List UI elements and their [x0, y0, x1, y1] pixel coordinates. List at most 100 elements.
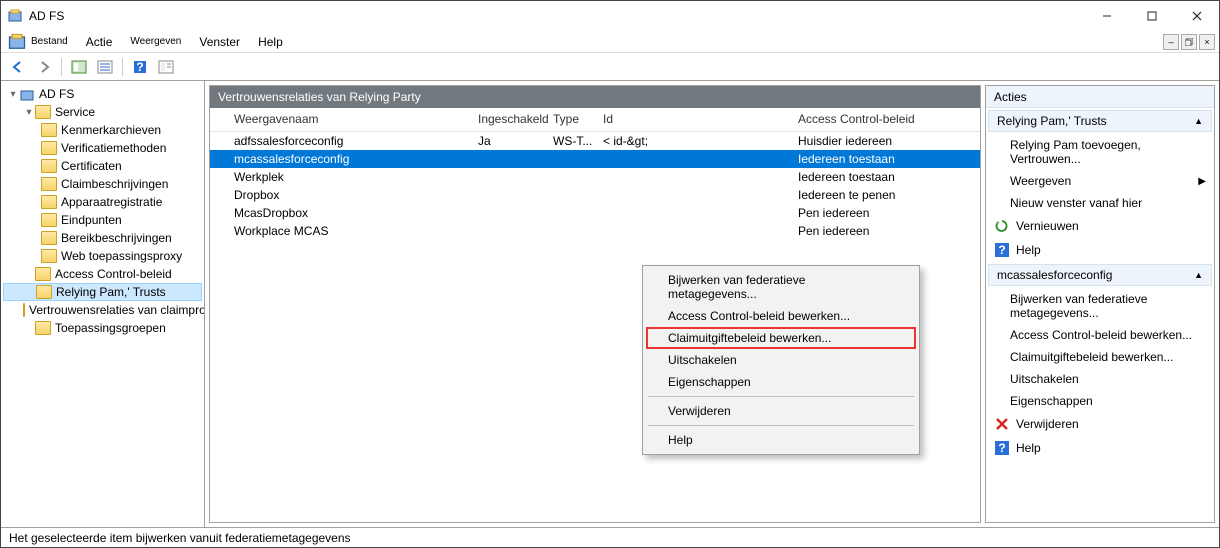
- col-id[interactable]: Id: [595, 108, 790, 131]
- collapse-icon: ▲: [1194, 270, 1203, 280]
- tree-rpt[interactable]: Relying Pam,' Trusts: [3, 283, 202, 301]
- center-header: Vertrouwensrelaties van Relying Party: [210, 86, 980, 108]
- cell-type: WS-T...: [545, 134, 595, 148]
- act-disable[interactable]: Uitschakelen: [986, 368, 1214, 390]
- act-help-2[interactable]: ?Help: [986, 436, 1214, 460]
- tree-acp[interactable]: Access Control-beleid: [3, 265, 202, 283]
- act-delete[interactable]: Verwijderen: [986, 412, 1214, 436]
- act-properties[interactable]: Eigenschappen: [986, 390, 1214, 412]
- cell-name: Werkplek: [210, 170, 470, 184]
- cell-name: McasDropbox: [210, 206, 470, 220]
- table-row[interactable]: mcassalesforceconfigIedereen toestaan: [210, 150, 980, 168]
- col-acp[interactable]: Access Control-beleid: [790, 108, 980, 131]
- menu-action[interactable]: Actie: [86, 35, 113, 49]
- toolbar: ?: [1, 53, 1219, 81]
- tree-appgroups[interactable]: Toepassingsgroepen: [3, 319, 202, 337]
- menu-help[interactable]: Help: [258, 35, 283, 49]
- table-row[interactable]: McasDropbox Pen iedereen: [210, 204, 980, 222]
- menu-window[interactable]: Venster: [199, 35, 240, 49]
- cell-acp: Huisdier iedereen: [790, 134, 980, 148]
- tree-root[interactable]: ▾AD FS: [3, 85, 202, 103]
- context-menu: Bijwerken van federatieve metagegevens..…: [642, 265, 920, 455]
- collapse-icon: ▲: [1194, 116, 1203, 126]
- tree-service[interactable]: ▾Service: [3, 103, 202, 121]
- tree-item-1[interactable]: Verificatiemethoden: [3, 139, 202, 157]
- tree-item-3[interactable]: Claimbeschrijvingen: [3, 175, 202, 193]
- refresh-icon: [994, 218, 1010, 234]
- ctx-help[interactable]: Help: [646, 429, 916, 451]
- ctx-sep-2: [648, 425, 914, 426]
- mdi-minimize[interactable]: –: [1163, 34, 1179, 50]
- actions-section-item[interactable]: mcassalesforceconfig▲: [988, 264, 1212, 286]
- minimize-button[interactable]: [1084, 1, 1129, 31]
- col-enabled[interactable]: Ingeschakeld: [470, 108, 545, 131]
- status-bar: Het geselecteerde item bijwerken vanuit …: [1, 527, 1219, 547]
- cell-name: Dropbox: [210, 188, 470, 202]
- tree-pane: ▾AD FS ▾Service Kenmerkarchieven Verific…: [1, 81, 205, 527]
- status-text: Het geselecteerde item bijwerken vanuit …: [9, 531, 351, 545]
- tree-root-label: AD FS: [39, 87, 74, 101]
- ctx-edit-claim-issuance[interactable]: Claimuitgiftebeleid bewerken...: [646, 327, 916, 349]
- svg-text:?: ?: [998, 441, 1005, 455]
- adfs-tree-icon: [7, 32, 27, 52]
- cell-name: Workplace MCAS: [210, 224, 470, 238]
- tree-item-4[interactable]: Apparaatregistratie: [3, 193, 202, 211]
- close-button[interactable]: [1174, 1, 1219, 31]
- maximize-button[interactable]: [1129, 1, 1174, 31]
- delete-icon: [994, 416, 1010, 432]
- col-type[interactable]: Type: [545, 108, 595, 131]
- show-hide-tree-button[interactable]: [68, 56, 90, 78]
- act-help[interactable]: ?Help: [986, 238, 1214, 262]
- ctx-edit-acp[interactable]: Access Control-beleid bewerken...: [646, 305, 916, 327]
- tree-service-label: Service: [55, 105, 95, 119]
- back-button[interactable]: [7, 56, 29, 78]
- forward-button[interactable]: [33, 56, 55, 78]
- help-icon: ?: [994, 440, 1010, 456]
- properties-button[interactable]: [94, 56, 116, 78]
- tree-item-6[interactable]: Bereikbeschrijvingen: [3, 229, 202, 247]
- act-edit-claim-issuance[interactable]: Claimuitgiftebeleid bewerken...: [986, 346, 1214, 368]
- ctx-properties[interactable]: Eigenschappen: [646, 371, 916, 393]
- ctx-delete[interactable]: Verwijderen: [646, 400, 916, 422]
- cell-acp: Pen iedereen: [790, 224, 980, 238]
- cell-name: mcassalesforceconfig: [210, 152, 470, 166]
- act-add-rpt[interactable]: Relying Pam toevoegen, Vertrouwen...: [986, 134, 1214, 170]
- export-list-button[interactable]: [155, 56, 177, 78]
- mdi-close[interactable]: ×: [1199, 34, 1215, 50]
- cell-acp: Iedereen toestaan: [790, 170, 980, 184]
- table-row[interactable]: Workplace MCAS Pen iedereen: [210, 222, 980, 240]
- menu-bar: Bestand Actie Weergeven Venster Help – ×: [1, 31, 1219, 53]
- mdi-restore[interactable]: [1181, 34, 1197, 50]
- act-view[interactable]: Weergeven▶: [986, 170, 1214, 192]
- ctx-disable[interactable]: Uitschakelen: [646, 349, 916, 371]
- table-row[interactable]: adfssalesforceconfigJaWS-T...< id-&gt;Hu…: [210, 132, 980, 150]
- table-row[interactable]: Werkplek Iedereen toestaan: [210, 168, 980, 186]
- cell-id: < id-&gt;: [595, 134, 790, 148]
- tree-cpt[interactable]: Vertrouwensrelaties van claimprovider: [3, 301, 202, 319]
- ctx-update-fedmeta[interactable]: Bijwerken van federatieve metagegevens..…: [646, 269, 916, 305]
- col-name[interactable]: Weergavenaam: [210, 108, 470, 131]
- window-title: AD FS: [29, 9, 1084, 23]
- cell-acp: Pen iedereen: [790, 206, 980, 220]
- svg-text:?: ?: [136, 60, 143, 74]
- adfs-icon: [7, 8, 23, 24]
- tree-item-0[interactable]: Kenmerkarchieven: [3, 121, 202, 139]
- tree-item-7[interactable]: Web toepassingsproxy: [3, 247, 202, 265]
- act-edit-acp[interactable]: Access Control-beleid bewerken...: [986, 324, 1214, 346]
- table-row[interactable]: Dropbox Iedereen te penen: [210, 186, 980, 204]
- grid-header: Weergavenaam Ingeschakeld Type Id Access…: [210, 108, 980, 132]
- chevron-right-icon: ▶: [1198, 176, 1206, 187]
- act-refresh[interactable]: Vernieuwen: [986, 214, 1214, 238]
- cell-acp: Iedereen te penen: [790, 188, 980, 202]
- act-update-fedmeta[interactable]: Bijwerken van federatieve metagegevens..…: [986, 288, 1214, 324]
- actions-header: Acties: [986, 86, 1214, 108]
- svg-text:?: ?: [998, 243, 1005, 257]
- tree-item-5[interactable]: Eindpunten: [3, 211, 202, 229]
- help-icon: ?: [994, 242, 1010, 258]
- help-toolbar-button[interactable]: ?: [129, 56, 151, 78]
- menu-file[interactable]: Bestand: [31, 36, 68, 47]
- menu-view[interactable]: Weergeven: [130, 36, 181, 47]
- tree-item-2[interactable]: Certificaten: [3, 157, 202, 175]
- actions-section-rpt[interactable]: Relying Pam,' Trusts▲: [988, 110, 1212, 132]
- act-new-window[interactable]: Nieuw venster vanaf hier: [986, 192, 1214, 214]
